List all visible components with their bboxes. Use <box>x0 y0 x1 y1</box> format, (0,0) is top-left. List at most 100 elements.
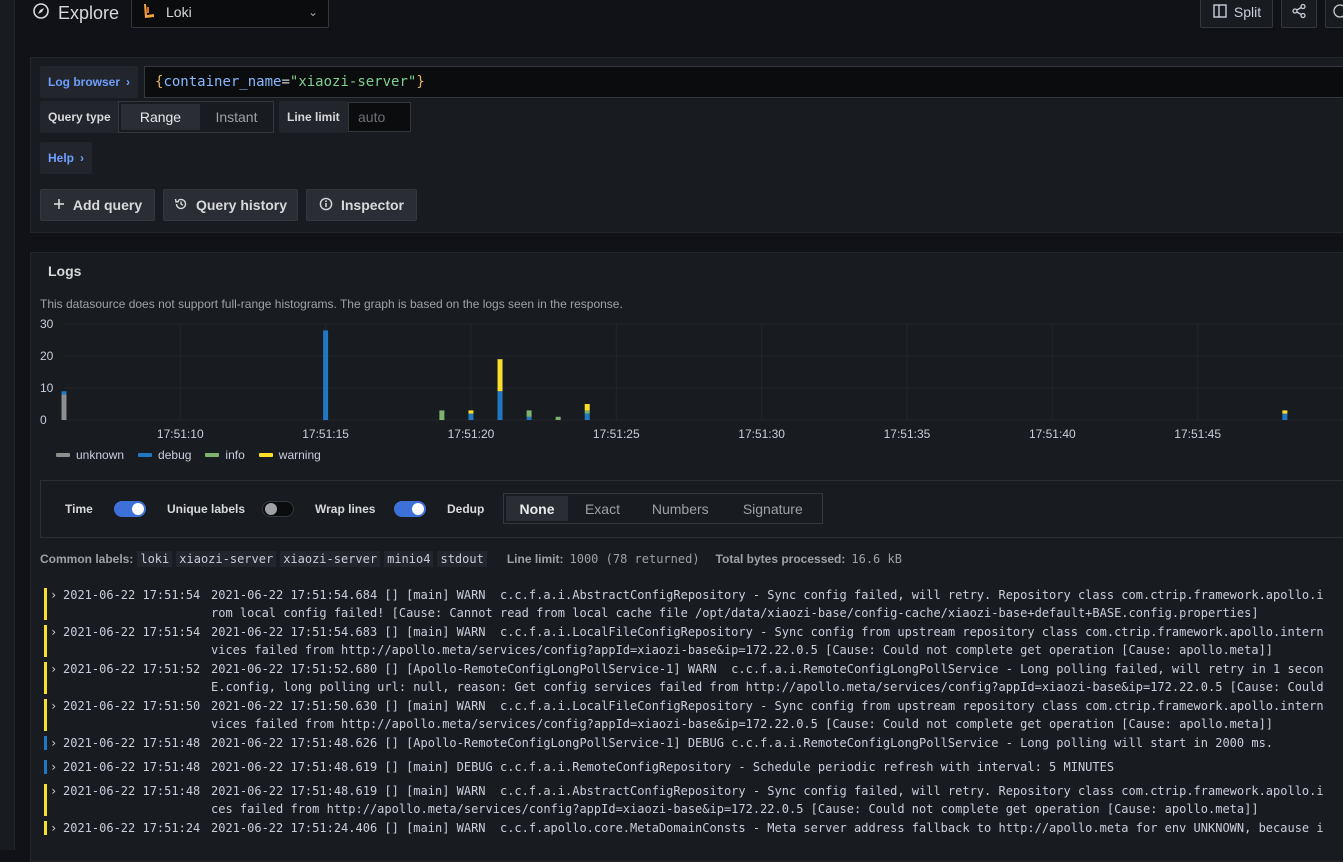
wrap-lines-toggle[interactable] <box>394 501 426 517</box>
common-label-chip: minio4 <box>384 551 434 567</box>
log-timestamp: 2021-06-22 17:51:24 <box>63 821 201 835</box>
legend-item-info[interactable]: info <box>205 448 245 462</box>
y-tick-label: 10 <box>40 381 54 395</box>
legend-label: info <box>225 448 245 462</box>
log-line-text: 2021-06-22 17:51:54.683 [] [main] WARN c… <box>211 625 1324 639</box>
total-bytes-value: 16.6 kB <box>851 552 902 566</box>
y-tick-label: 0 <box>40 413 47 427</box>
add-query-button[interactable]: Add query <box>40 189 155 221</box>
chevron-right-icon[interactable]: › <box>50 819 57 837</box>
histogram-note: This datasource does not support full-ra… <box>40 297 623 311</box>
log-line: 2021-06-22 17:51:54.683 [] [main] WARN c… <box>211 623 1324 659</box>
chevron-right-icon: › <box>126 75 131 89</box>
inspector-button[interactable]: Inspector <box>306 189 417 221</box>
legend-item-unknown[interactable]: unknown <box>56 448 124 462</box>
split-label: Split <box>1233 4 1262 20</box>
histogram-bar-warning <box>468 410 474 414</box>
line-limit-meta-value: 1000 (78 returned) <box>569 552 700 566</box>
histogram-legend: unknown debug info warning <box>56 448 321 462</box>
chevron-right-icon[interactable]: › <box>50 697 57 715</box>
histogram-bar-unknown <box>61 394 67 420</box>
query-brace-close: } <box>416 74 425 90</box>
x-tick-label: 17:51:30 <box>738 427 785 441</box>
log-line-text: E.config, long polling url: null, reason… <box>211 680 1324 694</box>
query-brace-open: { <box>155 74 164 90</box>
help-label: Help <box>48 151 75 165</box>
log-line-text: 2021-06-22 17:51:54.684 [] [main] WARN c… <box>211 588 1324 602</box>
log-row[interactable]: › 2021-06-22 17:51:48 2021-06-22 17:51:48.… <box>44 782 1343 818</box>
chevron-right-icon[interactable]: › <box>50 586 57 604</box>
line-limit-input[interactable]: auto <box>348 102 411 132</box>
histogram-bar-debug <box>323 330 329 420</box>
log-level-indicator <box>44 588 47 620</box>
query-type-label: Query type <box>40 101 119 133</box>
help-button[interactable]: Help › <box>40 142 93 174</box>
legend-swatch <box>205 453 220 457</box>
log-browser-button[interactable]: Log browser › <box>40 66 139 98</box>
query-type-instant[interactable]: Instant <box>202 104 271 130</box>
log-level-indicator <box>44 699 47 731</box>
dedup-numbers[interactable]: Numbers <box>637 496 724 521</box>
legend-item-debug[interactable]: debug <box>138 448 191 462</box>
chevron-right-icon[interactable]: › <box>50 758 57 776</box>
y-tick-label: 30 <box>40 317 54 331</box>
common-label-chip: xiaozi-server <box>176 551 277 567</box>
unique-labels-toggle-label: Unique labels <box>167 502 246 516</box>
chevron-right-icon[interactable]: › <box>50 623 57 641</box>
log-row[interactable]: › 2021-06-22 17:51:48 2021-06-22 17:51:48.… <box>44 734 1343 752</box>
clock-icon <box>1332 3 1343 22</box>
query-history-button[interactable]: Query history <box>163 189 298 221</box>
split-button[interactable]: Split <box>1200 0 1273 28</box>
loki-logo-icon <box>142 3 156 22</box>
log-line-text: 2021-06-22 17:51:24.406 [] [main] WARN c… <box>211 821 1324 835</box>
time-toggle[interactable] <box>114 501 146 517</box>
dedup-none[interactable]: None <box>506 496 568 521</box>
share-button[interactable] <box>1281 0 1317 28</box>
common-label-chip: xiaozi-server <box>280 551 381 567</box>
log-level-indicator <box>44 784 47 816</box>
chevron-right-icon[interactable]: › <box>50 782 57 800</box>
query-label-value: "xiaozi-server" <box>289 74 417 90</box>
query-type-range[interactable]: Range <box>121 104 200 130</box>
log-line-text: 2021-06-22 17:51:48.619 [] [main] WARN c… <box>211 784 1324 798</box>
side-menu-strip <box>0 0 15 850</box>
legend-label: debug <box>158 448 192 462</box>
log-row[interactable]: › 2021-06-22 17:51:52 2021-06-22 17:51:52.… <box>44 660 1343 696</box>
dedup-exact[interactable]: Exact <box>570 496 635 521</box>
log-rows: › 2021-06-22 17:51:54 2021-06-22 17:51:54.… <box>44 586 1343 843</box>
log-timestamp: 2021-06-22 17:51:48 <box>63 760 201 774</box>
log-timestamp: 2021-06-22 17:51:54 <box>63 588 201 602</box>
query-input[interactable]: {container_name = "xiaozi-server"} <box>144 66 1343 98</box>
legend-item-warning[interactable]: warning <box>258 448 321 462</box>
x-tick-label: 17:51:40 <box>1029 427 1076 441</box>
histogram-bar-debug <box>526 416 532 420</box>
y-tick-label: 20 <box>40 349 54 363</box>
page-title-text: Explore <box>58 3 120 23</box>
query-history-label: Query history <box>195 197 288 213</box>
log-row[interactable]: › 2021-06-22 17:51:54 2021-06-22 17:51:54.… <box>44 586 1343 622</box>
line-limit-label: Line limit <box>279 101 348 133</box>
x-tick-label: 17:51:35 <box>884 427 931 441</box>
log-level-indicator <box>44 625 47 657</box>
histogram-bar-info <box>555 416 561 420</box>
dedup-signature[interactable]: Signature <box>726 496 820 521</box>
dedup-label: Dedup <box>447 502 485 516</box>
datasource-picker[interactable]: Loki ⌄ <box>131 0 329 28</box>
log-row[interactable]: › 2021-06-22 17:51:50 2021-06-22 17:51:50.… <box>44 697 1343 733</box>
unique-labels-toggle[interactable] <box>262 501 294 517</box>
line-limit-meta-label: Line limit: <box>506 552 564 566</box>
histogram-bar-warning <box>1282 410 1288 414</box>
log-row[interactable]: › 2021-06-22 17:51:54 2021-06-22 17:51:54.… <box>44 623 1343 659</box>
log-row[interactable]: › 2021-06-22 17:51:48 2021-06-22 17:51:48.… <box>44 758 1343 776</box>
history-back-button[interactable] <box>1325 0 1343 28</box>
log-timestamp: 2021-06-22 17:51:54 <box>63 625 201 639</box>
log-line-text: ces failed from http://apollo.meta/servi… <box>211 802 1259 816</box>
info-circle-icon <box>319 197 333 214</box>
log-line: 2021-06-22 17:51:50.630 [] [main] WARN c… <box>211 697 1324 733</box>
log-row[interactable]: › 2021-06-22 17:51:24 2021-06-22 17:51:24.… <box>44 819 1343 837</box>
common-label-chip: loki <box>137 551 173 567</box>
chevron-right-icon[interactable]: › <box>50 660 57 678</box>
chevron-right-icon[interactable]: › <box>50 734 57 752</box>
log-line-text: rom local config failed! [Cause: Cannot … <box>211 606 1259 620</box>
legend-swatch <box>258 453 273 457</box>
